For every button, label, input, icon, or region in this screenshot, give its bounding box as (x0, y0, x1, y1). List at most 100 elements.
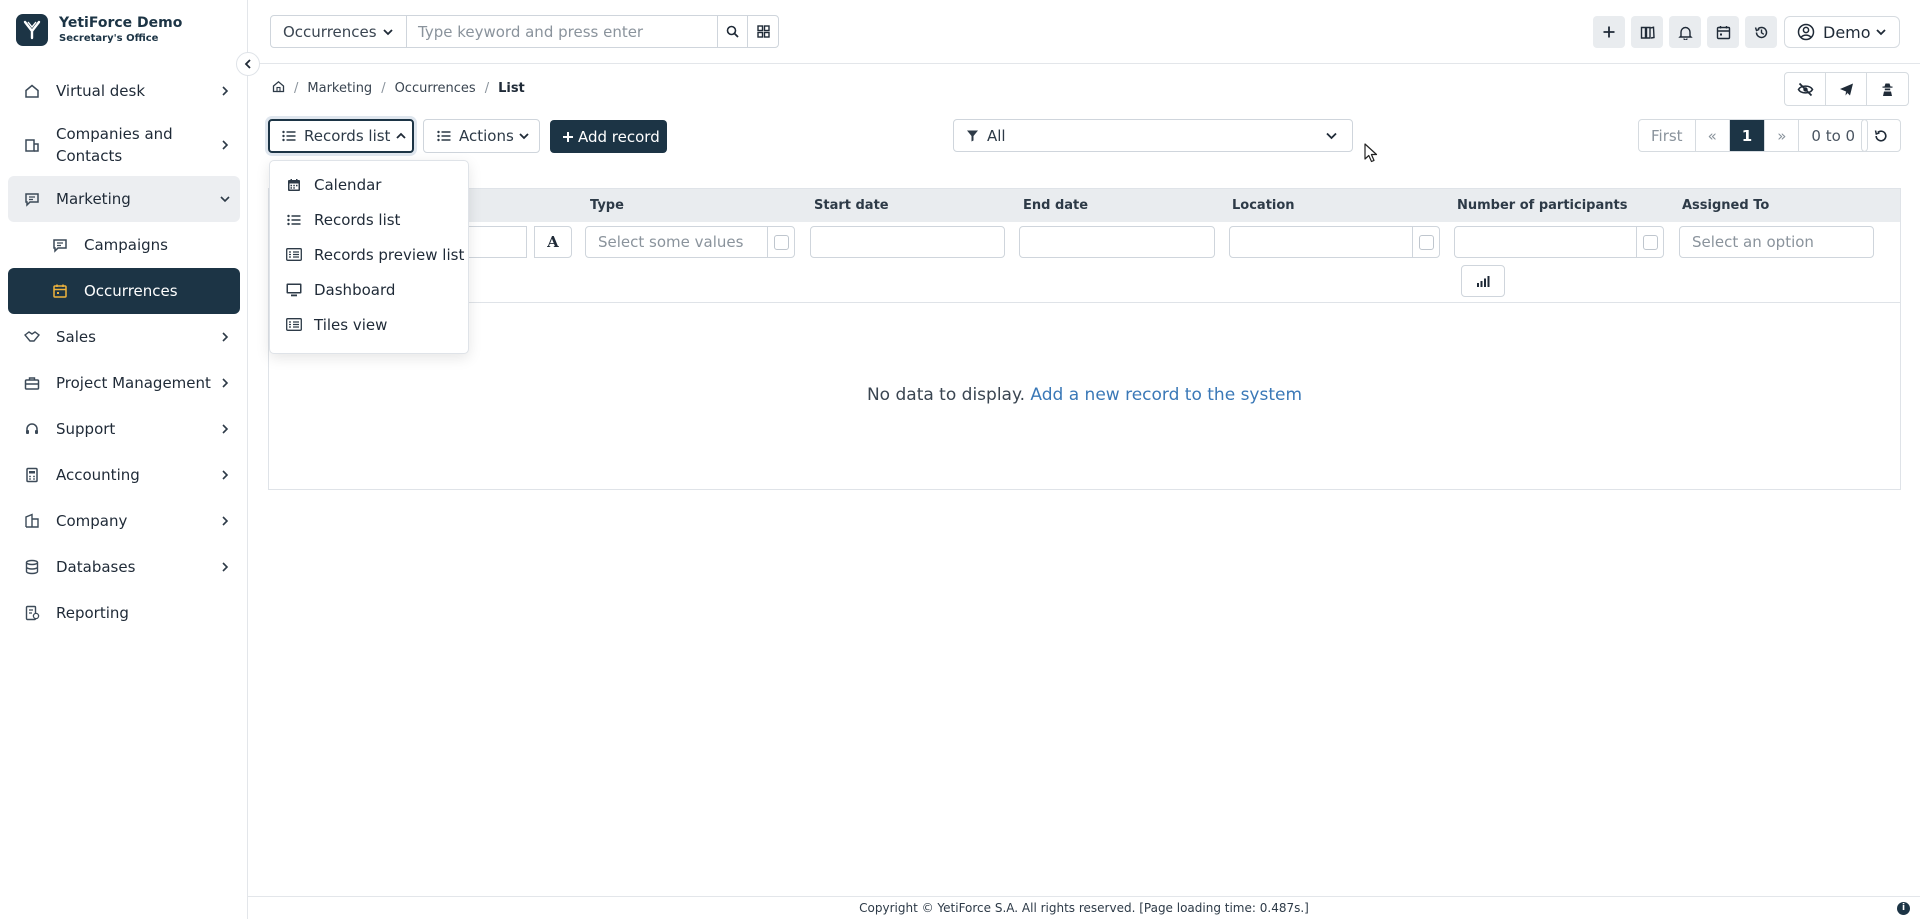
home-icon (22, 81, 42, 101)
type-filter-select[interactable]: Select some values (585, 226, 795, 258)
participants-filter-input[interactable] (1454, 226, 1664, 258)
column-header-location[interactable]: Location (1232, 198, 1295, 213)
column-stats-button[interactable] (1461, 265, 1505, 297)
footer: Copyright © YetiForce S.A. All rights re… (248, 896, 1920, 919)
sidebar-item-companies-and-contacts[interactable]: Companies and Contacts (8, 114, 240, 176)
location-filter-checkbox[interactable] (1412, 226, 1439, 258)
headset-icon (22, 419, 42, 439)
search-button[interactable] (717, 15, 748, 48)
knowledge-base-button[interactable] (1631, 16, 1663, 48)
type-filter-placeholder: Select some values (598, 233, 744, 251)
signal-bars-icon (1477, 276, 1490, 287)
menu-item-label: Records list (314, 210, 401, 229)
menu-item-label: Dashboard (314, 280, 396, 299)
chevron-down-icon (382, 24, 394, 42)
sidebar-item-label: Companies and Contacts (56, 125, 173, 165)
column-header-assigned-to[interactable]: Assigned To (1682, 198, 1769, 213)
advanced-search-button[interactable] (747, 15, 779, 48)
sidebar-item-support[interactable]: Support (8, 406, 240, 452)
quick-create-button[interactable] (1593, 16, 1625, 48)
sidebar-item-reporting[interactable]: Reporting (8, 590, 240, 636)
breadcrumb: / Marketing / Occurrences / List (272, 80, 525, 97)
info-icon[interactable]: i (1897, 902, 1910, 915)
page-prev-button[interactable]: « (1696, 120, 1730, 151)
menu-item-records-list[interactable]: Records list (270, 202, 468, 237)
chevron-right-icon (220, 82, 230, 100)
start-date-filter-input[interactable] (810, 226, 1005, 258)
menu-item-dashboard[interactable]: Dashboard (270, 272, 468, 307)
mouse-cursor-icon (1364, 143, 1378, 167)
chevron-down-icon (1326, 132, 1337, 140)
sidebar-item-label: Company (56, 512, 128, 530)
sidebar-item-company[interactable]: Company (8, 498, 240, 544)
brand-name: YetiForce Demo (59, 15, 183, 31)
custom-view-value: All (987, 126, 1006, 145)
reminders-button[interactable] (1707, 16, 1739, 48)
module-select[interactable]: Occurrences (270, 15, 407, 48)
sidebar-item-virtual-desk[interactable]: Virtual desk (8, 68, 240, 114)
page-range[interactable]: 0 to 0 (1799, 120, 1867, 151)
custom-view-select[interactable]: All (953, 119, 1353, 152)
menu-item-tiles-view[interactable]: Tiles view (270, 307, 468, 342)
sidebar-item-campaigns[interactable]: Campaigns (8, 222, 240, 268)
home-icon[interactable] (272, 80, 285, 97)
records-table: Type Start date End date Location Number… (268, 188, 1901, 490)
text-search-mode-button[interactable]: A (534, 226, 572, 258)
plus-icon (563, 131, 573, 142)
brand[interactable]: YetiForce Demo Secretary's Office (16, 14, 182, 46)
eye-slash-icon (1797, 82, 1813, 96)
user-menu-button[interactable]: Demo (1784, 16, 1900, 48)
chevron-right-icon (220, 512, 230, 530)
sidebar-item-occurrences[interactable]: Occurrences (8, 268, 240, 314)
sidebar-nav: Virtual desk Companies and Contacts Mark… (8, 68, 240, 636)
location-filter-input[interactable] (1229, 226, 1440, 258)
breadcrumb-item[interactable]: Marketing (307, 81, 372, 96)
actions-button[interactable]: Actions (423, 119, 540, 153)
participants-filter-checkbox[interactable] (1636, 226, 1663, 258)
notifications-button[interactable] (1669, 16, 1701, 48)
sidebar-item-marketing[interactable]: Marketing (8, 176, 240, 222)
hide-button[interactable] (1785, 73, 1826, 105)
user-secret-button[interactable] (1867, 73, 1908, 105)
page-current[interactable]: 1 (1729, 120, 1766, 151)
page-first-button[interactable]: First (1639, 120, 1696, 151)
column-header-start-date[interactable]: Start date (814, 198, 889, 213)
sidebar-item-databases[interactable]: Databases (8, 544, 240, 590)
module-select-value: Occurrences (283, 22, 377, 41)
briefcase-icon (22, 373, 42, 393)
view-switcher-button[interactable]: Records list (268, 119, 414, 153)
sidebar-item-accounting[interactable]: Accounting (8, 452, 240, 498)
column-header-end-date[interactable]: End date (1023, 198, 1088, 213)
end-date-filter-input[interactable] (1019, 226, 1215, 258)
add-new-record-link[interactable]: Add a new record to the system (1030, 385, 1302, 405)
type-filter-checkbox[interactable] (767, 226, 794, 258)
sidebar-collapse-button[interactable] (236, 52, 260, 76)
assigned-to-filter-select[interactable]: Select an option (1679, 226, 1874, 258)
chevron-right-icon (220, 328, 230, 346)
book-icon (1640, 25, 1655, 39)
sidebar-item-project-management[interactable]: Project Management (8, 360, 240, 406)
column-header-number-of-participants[interactable]: Number of participants (1457, 198, 1627, 213)
sidebar-item-sales[interactable]: Sales (8, 314, 240, 360)
refresh-icon (1874, 129, 1887, 142)
breadcrumb-item[interactable]: Occurrences (395, 81, 476, 96)
history-button[interactable] (1745, 16, 1777, 48)
menu-item-calendar[interactable]: Calendar (270, 167, 468, 202)
menu-item-records-preview-list[interactable]: Records preview list (270, 237, 468, 272)
empty-state-text: No data to display. (866, 385, 1025, 405)
send-button[interactable] (1826, 73, 1867, 105)
footer-copyright: Copyright © YetiForce S.A. All rights re… (859, 901, 1309, 915)
column-header-type[interactable]: Type (590, 198, 624, 213)
sidebar-item-label: Occurrences (84, 282, 178, 300)
add-record-button[interactable]: Add record (550, 120, 667, 153)
breadcrumb-separator: / (294, 81, 299, 96)
chevron-right-icon (220, 420, 230, 438)
sidebar-item-label: Campaigns (84, 236, 169, 254)
message-icon (50, 235, 70, 255)
chevron-up-icon (396, 132, 407, 139)
global-search-input[interactable]: Type keyword and press enter (406, 15, 718, 48)
refresh-button[interactable] (1861, 119, 1901, 152)
page-next-button[interactable]: » (1765, 120, 1800, 151)
chevron-right-icon (220, 558, 230, 576)
search-placeholder: Type keyword and press enter (418, 22, 644, 41)
